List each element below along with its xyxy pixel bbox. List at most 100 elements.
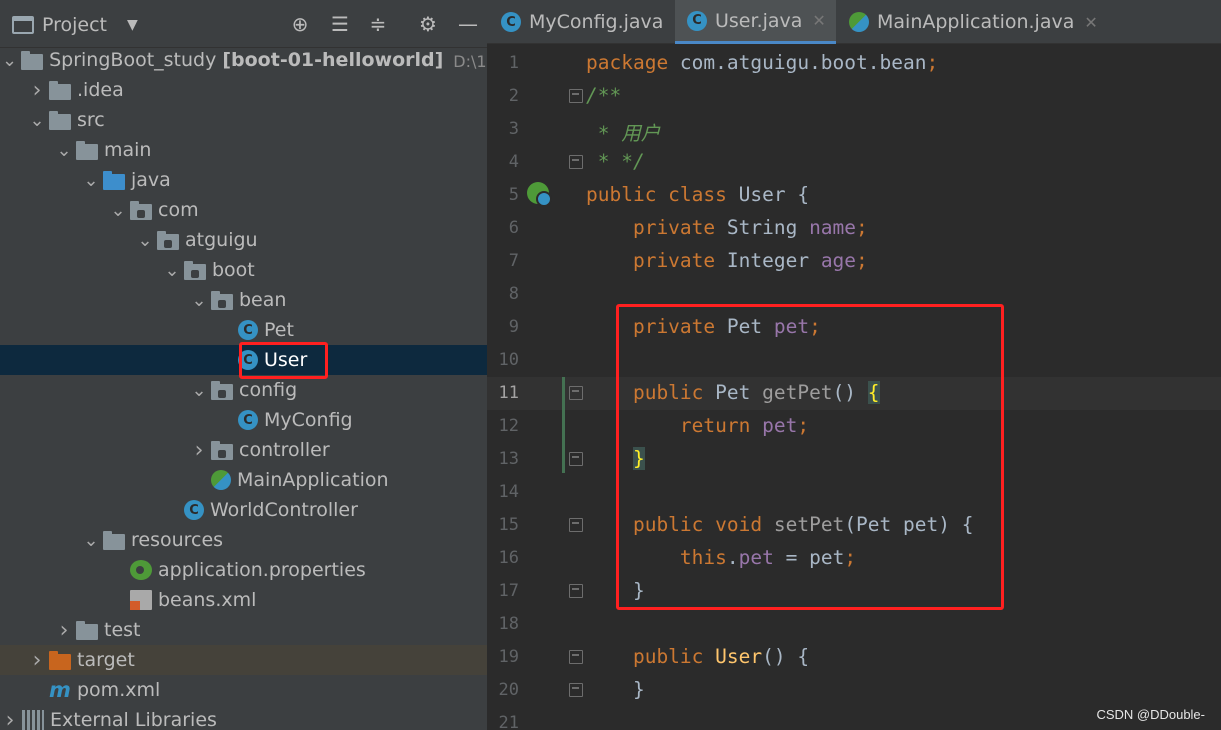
spring-properties-icon — [130, 560, 152, 580]
fold-icon[interactable] — [569, 650, 583, 664]
code-line[interactable]: 4 * */ — [487, 146, 1221, 179]
tree-item[interactable]: › controller — [0, 435, 487, 465]
tree-item[interactable]: C MyConfig — [0, 405, 487, 435]
tab-user-java[interactable]: C User.java ✕ — [675, 0, 836, 44]
code-text: public Pet getPet() { — [586, 381, 880, 404]
code-line[interactable]: 7 private Integer age; — [487, 245, 1221, 278]
code-text: return pet; — [586, 414, 809, 437]
close-icon[interactable]: ✕ — [812, 11, 825, 30]
fold-icon[interactable] — [569, 452, 583, 466]
fold-icon[interactable] — [569, 518, 583, 532]
chevron-down-icon[interactable]: ⌄ — [83, 165, 99, 195]
tree-item[interactable]: ⌄ main — [0, 135, 487, 165]
code-text: public void setPet(Pet pet) { — [586, 513, 974, 536]
chevron-right-icon[interactable]: › — [2, 705, 18, 730]
code-line[interactable]: 17 } — [487, 575, 1221, 608]
tab-mainapplication-java[interactable]: MainApplication.java ✕ — [849, 0, 1098, 44]
code-line[interactable]: 16 this.pet = pet; — [487, 542, 1221, 575]
code-line[interactable]: 11 public Pet getPet() { — [487, 377, 1221, 410]
fold-icon[interactable] — [569, 584, 583, 598]
close-icon[interactable]: ✕ — [1084, 13, 1097, 32]
code-line[interactable]: 10 — [487, 344, 1221, 377]
minimize-icon[interactable]: — — [456, 12, 480, 36]
tree-item[interactable]: beans.xml — [0, 585, 487, 615]
line-number: 16 — [498, 548, 519, 568]
collapse-all-icon[interactable]: ≑ — [366, 12, 390, 36]
code-line[interactable]: 8 — [487, 278, 1221, 311]
line-number: 1 — [508, 53, 519, 73]
fold-icon[interactable] — [569, 89, 583, 103]
code-line[interactable]: 19 public User() { — [487, 641, 1221, 674]
tree-item[interactable]: ⌄ config — [0, 375, 487, 405]
code-line[interactable]: 2 /** — [487, 80, 1221, 113]
code-line[interactable]: 3 * 用户 — [487, 113, 1221, 146]
tree-item[interactable]: ⌄ SpringBoot_study [boot-01-helloworld] D:\… — [0, 45, 487, 75]
tree-item[interactable]: ⌄ boot — [0, 255, 487, 285]
chevron-right-icon[interactable]: › — [191, 435, 207, 465]
line-number: 17 — [498, 581, 519, 601]
tree-item[interactable]: C Pet — [0, 315, 487, 345]
fold-icon[interactable] — [569, 386, 583, 400]
chevron-down-icon[interactable]: ⌄ — [83, 525, 99, 555]
code-token: pet — [738, 546, 774, 569]
chevron-down-icon[interactable]: ⌄ — [137, 225, 153, 255]
code-line[interactable]: 6 private String name; — [487, 212, 1221, 245]
tree-item-label: .idea — [77, 79, 124, 101]
tree-item-label: test — [104, 619, 141, 641]
chevron-down-icon[interactable]: ⌄ — [2, 45, 17, 75]
code-line[interactable]: 5 public class User { — [487, 179, 1221, 212]
tree-item[interactable]: ⌄ com — [0, 195, 487, 225]
code-line[interactable]: 9 private Pet pet; — [487, 311, 1221, 344]
chevron-right-icon[interactable]: › — [56, 615, 72, 645]
tree-item[interactable]: C WorldController — [0, 495, 487, 525]
class-icon: C — [238, 350, 258, 370]
crosshair-icon[interactable]: ⊕ — [288, 12, 312, 36]
chevron-right-icon[interactable]: › — [29, 75, 45, 105]
line-number: 10 — [498, 350, 519, 370]
chevron-down-icon[interactable]: ⌄ — [191, 375, 207, 405]
gear-icon[interactable]: ⚙ — [416, 12, 440, 36]
class-icon: C — [687, 10, 707, 31]
fold-icon[interactable] — [569, 683, 583, 697]
chevron-down-icon[interactable]: ⌄ — [110, 195, 126, 225]
tree-item[interactable]: › test — [0, 615, 487, 645]
code-line[interactable]: 14 — [487, 476, 1221, 509]
code-token: } — [586, 579, 645, 602]
tree-item[interactable]: application.properties — [0, 555, 487, 585]
code-line[interactable]: 1 package com.atguigu.boot.bean; — [487, 47, 1221, 80]
chevron-down-icon[interactable]: ⌄ — [164, 255, 180, 285]
expand-all-icon[interactable]: ☰ — [328, 12, 352, 36]
spring-bean-gutter-icon[interactable] — [527, 182, 552, 207]
chevron-down-icon[interactable]: ⌄ — [29, 105, 45, 135]
tree-item[interactable]: › .idea — [0, 75, 487, 105]
code-text: public class User { — [586, 183, 809, 206]
code-line[interactable]: 12 return pet; — [487, 410, 1221, 443]
code-line[interactable]: 18 — [487, 608, 1221, 641]
code-line[interactable]: 20 } — [487, 674, 1221, 707]
package-icon — [211, 440, 233, 460]
tree-item[interactable]: C User — [0, 345, 487, 375]
code-line[interactable]: 13 } — [487, 443, 1221, 476]
code-line[interactable]: 15 public void setPet(Pet pet) { — [487, 509, 1221, 542]
tree-item-label: WorldController — [210, 499, 358, 521]
code-editor[interactable]: 21 20 } 19 public User() {18 17 } 16 this.pe… — [487, 44, 1221, 730]
project-view-selector[interactable]: Project ▼ — [12, 12, 138, 38]
tree-item[interactable]: › External Libraries — [0, 705, 487, 730]
chevron-right-icon[interactable]: › — [29, 645, 45, 675]
chevron-down-icon[interactable]: ⌄ — [191, 285, 207, 315]
tree-item[interactable]: MainApplication — [0, 465, 487, 495]
chevron-down-icon[interactable]: ⌄ — [56, 135, 72, 165]
tree-item[interactable]: m pom.xml — [0, 675, 487, 705]
tree-item[interactable]: › target — [0, 645, 487, 675]
package-icon — [130, 200, 152, 220]
tree-item[interactable]: ⌄ atguigu — [0, 225, 487, 255]
fold-icon[interactable] — [569, 155, 583, 169]
tab-myconfig-java[interactable]: CMyConfig.java✕ — [501, 0, 687, 44]
code-text: } — [586, 579, 645, 602]
tree-item[interactable]: ⌄ src — [0, 105, 487, 135]
tree-item[interactable]: ⌄ java — [0, 165, 487, 195]
excluded-folder-icon — [49, 650, 71, 670]
tree-item[interactable]: ⌄ resources — [0, 525, 487, 555]
tree-item[interactable]: ⌄ bean — [0, 285, 487, 315]
